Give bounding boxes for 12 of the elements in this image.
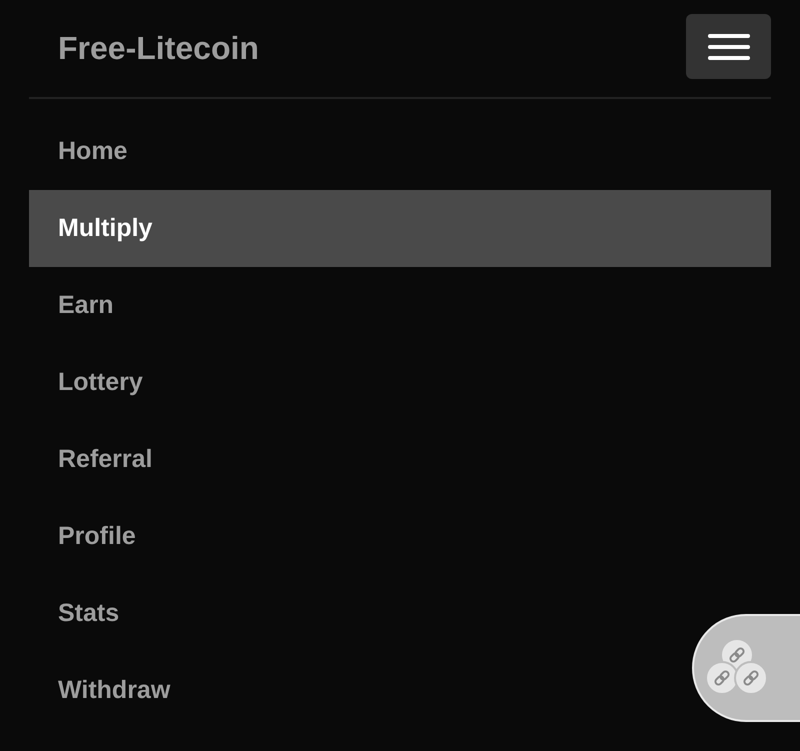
menu-icon <box>706 32 750 62</box>
nav-item[interactable]: Stats <box>29 575 132 652</box>
nav-item[interactable]: Profile <box>29 498 148 575</box>
nav-item[interactable]: Referral <box>29 421 164 498</box>
nav-item[interactable]: Home <box>29 113 140 190</box>
menu-button[interactable] <box>686 14 771 79</box>
nav-item[interactable]: Multiply <box>29 190 771 267</box>
share-widget[interactable] <box>692 614 800 722</box>
nav-item[interactable]: Withdraw <box>29 652 182 729</box>
site-title[interactable]: Free-Litecoin <box>58 30 259 67</box>
nav-item[interactable]: Lottery <box>29 344 155 421</box>
nav-item[interactable]: Earn <box>29 267 126 344</box>
